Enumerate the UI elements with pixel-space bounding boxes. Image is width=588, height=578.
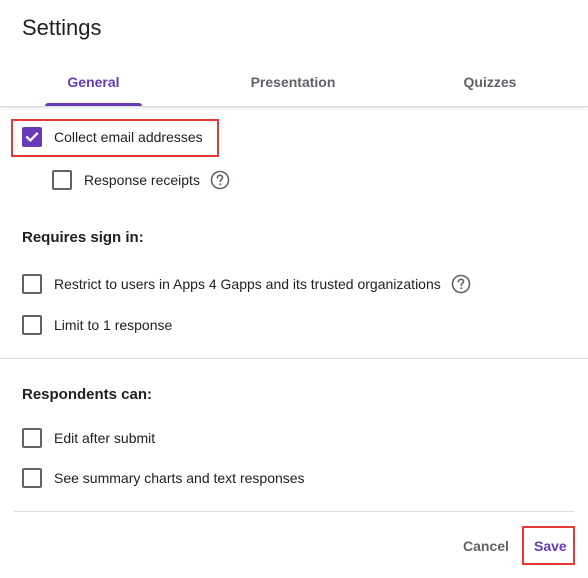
restrict-row[interactable]: Restrict to users in Apps 4 Gapps and it… — [22, 270, 471, 298]
limit-one-label: Limit to 1 response — [54, 317, 173, 333]
settings-dialog: Settings General Presentation Quizzes Co… — [0, 0, 588, 578]
tab-presentation[interactable]: Presentation — [233, 58, 353, 104]
see-summary-row[interactable]: See summary charts and text responses — [22, 464, 305, 492]
sign-in-heading: Requires sign in: — [22, 229, 144, 246]
footer-divider — [14, 511, 574, 512]
save-button[interactable]: Save — [534, 536, 567, 556]
edit-after-label: Edit after submit — [54, 430, 156, 446]
tab-general-label: General — [67, 74, 120, 90]
edit-after-checkbox[interactable] — [22, 428, 42, 448]
collect-email-label: Collect email addresses — [54, 129, 203, 145]
help-icon[interactable] — [451, 274, 471, 294]
restrict-label: Restrict to users in Apps 4 Gapps and it… — [54, 276, 441, 292]
limit-one-checkbox[interactable] — [22, 315, 42, 335]
see-summary-label: See summary charts and text responses — [54, 470, 305, 486]
response-receipts-label: Response receipts — [84, 172, 200, 188]
tab-quizzes-label: Quizzes — [463, 74, 517, 90]
section-divider — [0, 358, 588, 359]
see-summary-checkbox[interactable] — [22, 468, 42, 488]
cancel-button[interactable]: Cancel — [463, 536, 509, 556]
collect-email-row[interactable]: Collect email addresses — [22, 123, 203, 151]
response-receipts-row[interactable]: Response receipts — [52, 166, 230, 194]
limit-one-row[interactable]: Limit to 1 response — [22, 311, 172, 339]
dialog-title: Settings — [22, 15, 102, 40]
respondents-heading: Respondents can: — [22, 386, 153, 403]
tab-quizzes[interactable]: Quizzes — [450, 58, 530, 104]
restrict-checkbox[interactable] — [22, 274, 42, 294]
active-tab-indicator — [45, 103, 142, 106]
help-icon[interactable] — [210, 170, 230, 190]
tab-bar: General Presentation Quizzes — [0, 58, 588, 107]
checkmark-icon — [25, 132, 39, 142]
collect-email-checkbox[interactable] — [22, 127, 42, 147]
edit-after-row[interactable]: Edit after submit — [22, 424, 155, 452]
response-receipts-checkbox[interactable] — [52, 170, 72, 190]
tab-presentation-label: Presentation — [250, 74, 336, 90]
tab-general[interactable]: General — [45, 58, 142, 106]
